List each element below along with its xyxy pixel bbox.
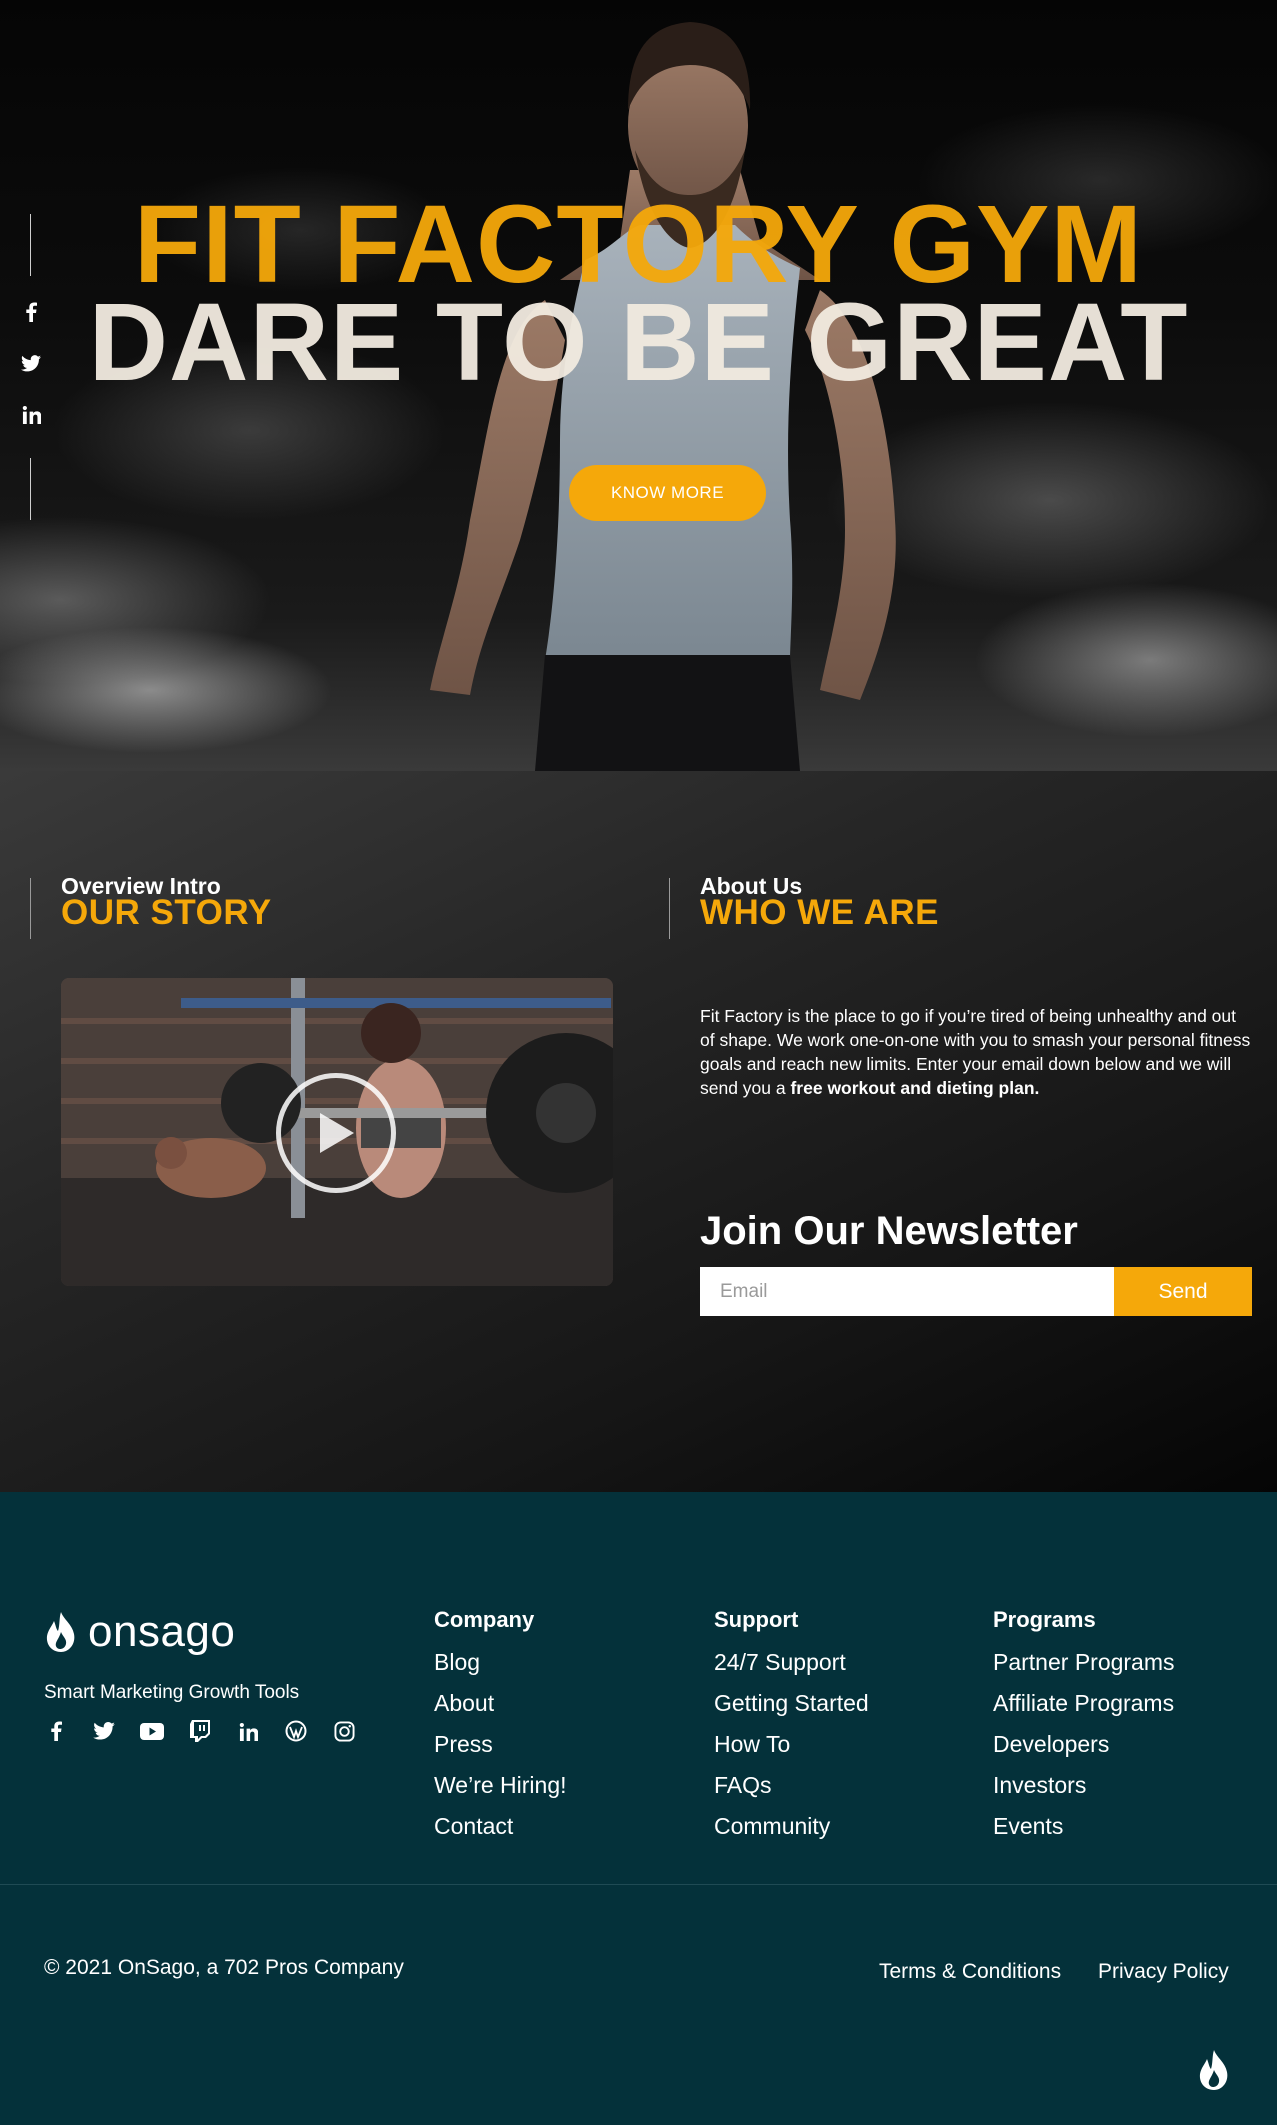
play-button[interactable] bbox=[276, 1073, 396, 1193]
footer-link-getting-started[interactable]: Getting Started bbox=[714, 1683, 869, 1724]
hero-social-rail bbox=[18, 214, 44, 520]
terms-link[interactable]: Terms & Conditions bbox=[879, 1960, 1061, 1984]
who-we-are-title: WHO WE ARE bbox=[700, 893, 939, 932]
footer-link-faqs[interactable]: FAQs bbox=[714, 1765, 869, 1806]
rail-divider-top bbox=[30, 214, 31, 276]
facebook-icon[interactable] bbox=[44, 1719, 68, 1743]
twitter-icon[interactable] bbox=[20, 352, 42, 374]
linkedin-icon[interactable] bbox=[20, 403, 42, 425]
footer-link-investors[interactable]: Investors bbox=[993, 1765, 1175, 1806]
our-story-title: OUR STORY bbox=[61, 893, 272, 932]
hero-section: FIT FACTORY GYM DARE TO BE GREAT KNOW MO… bbox=[0, 0, 1277, 771]
brand-logo[interactable]: onsago bbox=[44, 1610, 235, 1654]
twitch-icon[interactable] bbox=[188, 1719, 212, 1743]
twitter-icon[interactable] bbox=[92, 1719, 116, 1743]
footer-column-company: Company Blog About Press We’re Hiring! C… bbox=[434, 1607, 567, 1847]
our-story-divider bbox=[30, 878, 31, 939]
privacy-link[interactable]: Privacy Policy bbox=[1098, 1960, 1229, 1984]
footer-link-press[interactable]: Press bbox=[434, 1724, 567, 1765]
footer-link-about[interactable]: About bbox=[434, 1683, 567, 1724]
who-we-are-divider bbox=[669, 878, 670, 939]
story-section: Overview Intro OUR STORY About Us WHO WE… bbox=[0, 771, 1277, 1492]
hero-subtitle: DARE TO BE GREAT bbox=[88, 281, 1189, 404]
flame-logo-icon bbox=[46, 1612, 75, 1652]
newsletter-title: Join Our Newsletter bbox=[700, 1209, 1078, 1253]
footer-link-developers[interactable]: Developers bbox=[993, 1724, 1175, 1765]
footer-social-icons bbox=[44, 1719, 356, 1743]
instagram-icon[interactable] bbox=[332, 1719, 356, 1743]
copyright-text: © 2021 OnSago, a 702 Pros Company bbox=[44, 1956, 404, 1979]
brand-tagline: Smart Marketing Growth Tools bbox=[44, 1682, 300, 1703]
linkedin-icon[interactable] bbox=[236, 1719, 260, 1743]
footer-link-support[interactable]: 24/7 Support bbox=[714, 1642, 869, 1683]
footer-heading: Programs bbox=[993, 1607, 1096, 1632]
footer-link-blog[interactable]: Blog bbox=[434, 1642, 567, 1683]
flame-logo-icon[interactable] bbox=[1197, 2050, 1231, 2090]
facebook-icon[interactable] bbox=[20, 301, 42, 323]
footer-link-contact[interactable]: Contact bbox=[434, 1806, 567, 1847]
rail-divider-bottom bbox=[30, 458, 31, 520]
play-icon bbox=[320, 1113, 354, 1153]
footer-heading: Support bbox=[714, 1607, 799, 1632]
footer-link-partner-programs[interactable]: Partner Programs bbox=[993, 1642, 1175, 1683]
footer-link-community[interactable]: Community bbox=[714, 1806, 869, 1847]
footer-divider bbox=[0, 1884, 1277, 1885]
footer-heading: Company bbox=[434, 1607, 535, 1632]
footer-column-programs: Programs Partner Programs Affiliate Prog… bbox=[993, 1607, 1175, 1847]
about-paragraph: Fit Factory is the place to go if you’re… bbox=[700, 1004, 1255, 1100]
footer-link-how-to[interactable]: How To bbox=[714, 1724, 869, 1765]
wordpress-icon[interactable] bbox=[284, 1719, 308, 1743]
story-video[interactable] bbox=[61, 978, 613, 1286]
send-button[interactable]: Send bbox=[1114, 1267, 1252, 1316]
youtube-icon[interactable] bbox=[140, 1719, 164, 1743]
footer-column-support: Support 24/7 Support Getting Started How… bbox=[714, 1607, 869, 1847]
footer-link-events[interactable]: Events bbox=[993, 1806, 1175, 1847]
footer-link-hiring[interactable]: We’re Hiring! bbox=[434, 1765, 567, 1806]
site-footer: onsago Smart Marketing Growth Tools Comp… bbox=[0, 1492, 1277, 2125]
know-more-button[interactable]: KNOW MORE bbox=[569, 465, 766, 521]
email-input[interactable] bbox=[700, 1267, 1114, 1316]
about-highlight: free workout and dieting plan. bbox=[790, 1078, 1040, 1098]
footer-link-affiliate-programs[interactable]: Affiliate Programs bbox=[993, 1683, 1175, 1724]
brand-name: onsago bbox=[88, 1607, 236, 1656]
